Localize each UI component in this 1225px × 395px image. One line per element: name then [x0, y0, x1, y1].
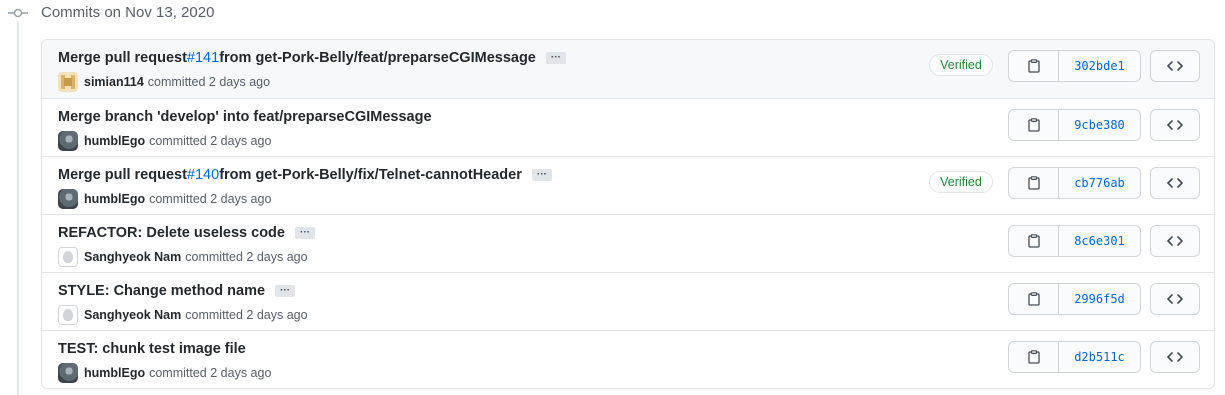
commit-message[interactable]: Merge branch 'develop' into feat/prepars… [58, 109, 432, 125]
commit-meta: simian114 committed 2 days ago [58, 72, 270, 92]
browse-repository-button[interactable] [1150, 283, 1200, 315]
commit-time: 2 days ago [210, 366, 272, 380]
commit-sha-link[interactable]: 8c6e301 [1059, 226, 1140, 256]
commit-title[interactable]: Merge pull request #141 from get-Pork-Be… [58, 50, 566, 66]
commit-action: committed [185, 250, 243, 264]
commit-group-header: Commits on Nov 13, 2020 [0, 0, 600, 28]
copy-sha-button[interactable] [1009, 342, 1059, 372]
author-link[interactable]: Sanghyeok Nam [84, 308, 181, 322]
author-link[interactable]: simian114 [84, 75, 144, 89]
copy-sha-button[interactable] [1009, 168, 1059, 198]
commit-sha-button-group: 8c6e301 [1008, 225, 1141, 257]
avatar[interactable] [58, 131, 78, 151]
copy-sha-button[interactable] [1009, 226, 1059, 256]
avatar[interactable] [58, 189, 78, 209]
clipboard-icon [1027, 59, 1040, 73]
commit-title[interactable]: Merge pull request #140 from get-Pork-Be… [58, 167, 552, 183]
avatar[interactable] [58, 363, 78, 383]
commit-action: committed [149, 134, 207, 148]
commit-title[interactable]: REFACTOR: Delete useless code ··· [58, 225, 315, 241]
commit-action: committed [185, 308, 243, 322]
browse-repository-button[interactable] [1150, 225, 1200, 257]
commit-sha-button-group: 9cbe380 [1008, 109, 1141, 141]
expand-message-button[interactable]: ··· [294, 227, 315, 239]
commit-action: committed [147, 75, 206, 89]
commit-meta: humblEgo committed 2 days ago [58, 363, 271, 383]
commit-sha-link[interactable]: d2b511c [1059, 342, 1140, 372]
pull-request-link[interactable]: #140 [187, 167, 219, 183]
commit-message[interactable]: Merge pull request [58, 167, 187, 183]
browse-repository-button[interactable] [1150, 50, 1200, 82]
expand-message-button[interactable]: ··· [275, 285, 296, 297]
copy-sha-button[interactable] [1009, 110, 1059, 140]
code-icon [1167, 352, 1183, 362]
commit-row: TEST: chunk test image file humblEgo com… [42, 330, 1214, 388]
commit-message[interactable]: STYLE: Change method name [58, 283, 265, 299]
browse-repository-button[interactable] [1150, 109, 1200, 141]
commit-time: 2 days ago [246, 250, 308, 264]
commit-meta: Sanghyeok Nam committed 2 days ago [58, 247, 308, 267]
commit-sha-button-group: 302bde1 [1008, 50, 1141, 82]
clipboard-icon [1027, 292, 1040, 306]
commit-sha-button-group: 2996f5d [1008, 283, 1141, 315]
commit-row: Merge branch 'develop' into feat/prepars… [42, 98, 1214, 156]
code-icon [1167, 178, 1183, 188]
clipboard-icon [1027, 118, 1040, 132]
author-link[interactable]: humblEgo [84, 192, 145, 206]
avatar[interactable] [58, 305, 78, 325]
commit-message[interactable]: REFACTOR: Delete useless code [58, 225, 285, 241]
commit-message-suffix[interactable]: from get-Pork-Belly/feat/preparseCGIMess… [219, 50, 536, 66]
commit-time: 2 days ago [210, 134, 272, 148]
browse-repository-button[interactable] [1150, 341, 1200, 373]
verified-badge[interactable]: Verified [929, 171, 993, 193]
verified-badge[interactable]: Verified [929, 54, 993, 76]
expand-message-button[interactable]: ··· [531, 169, 552, 181]
commit-meta: humblEgo committed 2 days ago [58, 189, 271, 209]
clipboard-icon [1027, 234, 1040, 248]
commit-row: Merge pull request #140 from get-Pork-Be… [42, 156, 1214, 214]
commit-sha-button-group: d2b511c [1008, 341, 1141, 373]
commit-row: REFACTOR: Delete useless code ··· Sanghy… [42, 214, 1214, 272]
commit-time: 2 days ago [210, 192, 272, 206]
commit-row: Merge pull request #141 from get-Pork-Be… [42, 40, 1214, 98]
copy-sha-button[interactable] [1009, 51, 1059, 81]
commit-sha-link[interactable]: 9cbe380 [1059, 110, 1140, 140]
commit-group-title: Commits on Nov 13, 2020 [41, 4, 215, 21]
commit-title[interactable]: Merge branch 'develop' into feat/prepars… [58, 109, 432, 125]
commit-list: Merge pull request #141 from get-Pork-Be… [41, 39, 1215, 389]
browse-repository-button[interactable] [1150, 167, 1200, 199]
commit-time: 2 days ago [246, 308, 308, 322]
code-icon [1167, 120, 1183, 130]
author-link[interactable]: humblEgo [84, 134, 145, 148]
commit-row: STYLE: Change method name ··· Sanghyeok … [42, 272, 1214, 330]
clipboard-icon [1027, 176, 1040, 190]
expand-message-button[interactable]: ··· [545, 52, 566, 64]
avatar[interactable] [58, 247, 78, 267]
commit-sha-link[interactable]: 2996f5d [1059, 284, 1140, 314]
commit-time: 2 days ago [208, 75, 271, 89]
commit-message[interactable]: Merge pull request [58, 50, 187, 66]
code-icon [1167, 61, 1183, 71]
pull-request-link[interactable]: #141 [187, 50, 219, 66]
code-icon [1167, 294, 1183, 304]
commit-action: committed [149, 366, 207, 380]
commit-title[interactable]: STYLE: Change method name ··· [58, 283, 296, 299]
commit-action: committed [149, 192, 207, 206]
timeline-line [17, 22, 19, 395]
commit-sha-link[interactable]: cb776ab [1059, 168, 1140, 198]
commit-title[interactable]: TEST: chunk test image file [58, 341, 246, 357]
author-link[interactable]: Sanghyeok Nam [84, 250, 181, 264]
commit-message[interactable]: TEST: chunk test image file [58, 341, 246, 357]
code-icon [1167, 236, 1183, 246]
commit-meta: Sanghyeok Nam committed 2 days ago [58, 305, 308, 325]
author-link[interactable]: humblEgo [84, 366, 145, 380]
commit-message-suffix[interactable]: from get-Pork-Belly/fix/Telnet-cannotHea… [219, 167, 522, 183]
clipboard-icon [1027, 350, 1040, 364]
commit-sha-link[interactable]: 302bde1 [1059, 51, 1140, 81]
avatar[interactable] [58, 72, 78, 92]
commit-sha-button-group: cb776ab [1008, 167, 1141, 199]
copy-sha-button[interactable] [1009, 284, 1059, 314]
git-commit-icon [8, 8, 28, 18]
commit-meta: humblEgo committed 2 days ago [58, 131, 271, 151]
